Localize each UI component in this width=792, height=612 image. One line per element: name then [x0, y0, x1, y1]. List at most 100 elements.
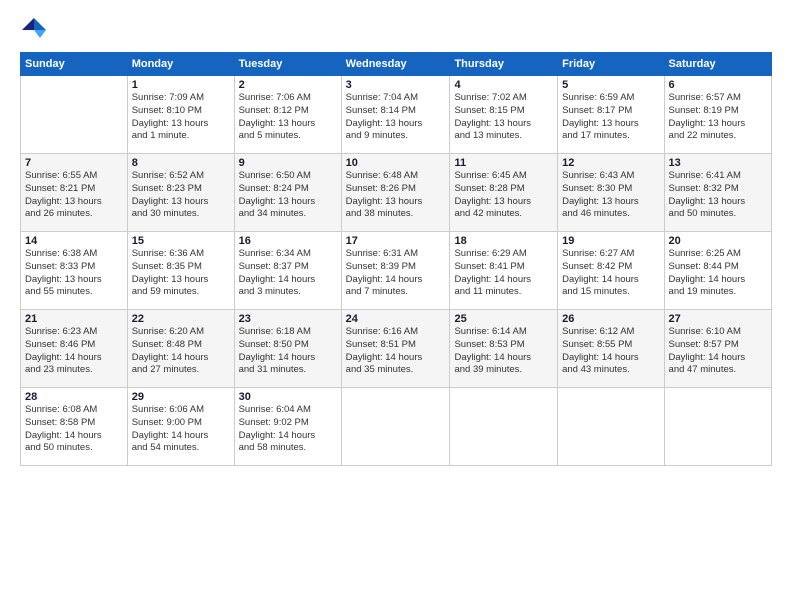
calendar-cell	[21, 76, 128, 154]
day-info: Sunrise: 6:55 AM Sunset: 8:21 PM Dayligh…	[25, 170, 123, 221]
day-info: Sunrise: 7:04 AM Sunset: 8:14 PM Dayligh…	[346, 92, 446, 143]
day-info: Sunrise: 6:23 AM Sunset: 8:46 PM Dayligh…	[25, 326, 123, 377]
day-number: 18	[454, 235, 553, 247]
day-number: 12	[562, 157, 659, 169]
calendar-cell: 9Sunrise: 6:50 AM Sunset: 8:24 PM Daylig…	[234, 154, 341, 232]
day-info: Sunrise: 6:29 AM Sunset: 8:41 PM Dayligh…	[454, 248, 553, 299]
calendar-cell: 5Sunrise: 6:59 AM Sunset: 8:17 PM Daylig…	[558, 76, 664, 154]
day-number: 1	[132, 79, 230, 91]
day-info: Sunrise: 6:43 AM Sunset: 8:30 PM Dayligh…	[562, 170, 659, 221]
calendar-cell: 19Sunrise: 6:27 AM Sunset: 8:42 PM Dayli…	[558, 232, 664, 310]
weekday-header-friday: Friday	[558, 53, 664, 76]
weekday-header-row: SundayMondayTuesdayWednesdayThursdayFrid…	[21, 53, 772, 76]
day-number: 28	[25, 391, 123, 403]
calendar-cell: 25Sunrise: 6:14 AM Sunset: 8:53 PM Dayli…	[450, 310, 558, 388]
day-number: 25	[454, 313, 553, 325]
page: SundayMondayTuesdayWednesdayThursdayFrid…	[0, 0, 792, 612]
day-info: Sunrise: 7:06 AM Sunset: 8:12 PM Dayligh…	[239, 92, 337, 143]
day-number: 14	[25, 235, 123, 247]
calendar-cell: 29Sunrise: 6:06 AM Sunset: 9:00 PM Dayli…	[127, 388, 234, 466]
day-number: 5	[562, 79, 659, 91]
day-info: Sunrise: 6:06 AM Sunset: 9:00 PM Dayligh…	[132, 404, 230, 455]
day-number: 27	[669, 313, 767, 325]
calendar-cell: 10Sunrise: 6:48 AM Sunset: 8:26 PM Dayli…	[341, 154, 450, 232]
day-number: 21	[25, 313, 123, 325]
day-number: 24	[346, 313, 446, 325]
calendar-cell: 12Sunrise: 6:43 AM Sunset: 8:30 PM Dayli…	[558, 154, 664, 232]
day-info: Sunrise: 6:36 AM Sunset: 8:35 PM Dayligh…	[132, 248, 230, 299]
calendar-cell: 17Sunrise: 6:31 AM Sunset: 8:39 PM Dayli…	[341, 232, 450, 310]
day-info: Sunrise: 7:02 AM Sunset: 8:15 PM Dayligh…	[454, 92, 553, 143]
day-info: Sunrise: 6:10 AM Sunset: 8:57 PM Dayligh…	[669, 326, 767, 377]
day-info: Sunrise: 6:04 AM Sunset: 9:02 PM Dayligh…	[239, 404, 337, 455]
day-number: 9	[239, 157, 337, 169]
day-info: Sunrise: 6:41 AM Sunset: 8:32 PM Dayligh…	[669, 170, 767, 221]
day-info: Sunrise: 6:08 AM Sunset: 8:58 PM Dayligh…	[25, 404, 123, 455]
calendar-cell: 1Sunrise: 7:09 AM Sunset: 8:10 PM Daylig…	[127, 76, 234, 154]
calendar-cell: 21Sunrise: 6:23 AM Sunset: 8:46 PM Dayli…	[21, 310, 128, 388]
week-row-2: 7Sunrise: 6:55 AM Sunset: 8:21 PM Daylig…	[21, 154, 772, 232]
weekday-header-wednesday: Wednesday	[341, 53, 450, 76]
calendar: SundayMondayTuesdayWednesdayThursdayFrid…	[20, 52, 772, 466]
day-number: 22	[132, 313, 230, 325]
week-row-1: 1Sunrise: 7:09 AM Sunset: 8:10 PM Daylig…	[21, 76, 772, 154]
calendar-cell: 23Sunrise: 6:18 AM Sunset: 8:50 PM Dayli…	[234, 310, 341, 388]
day-info: Sunrise: 6:16 AM Sunset: 8:51 PM Dayligh…	[346, 326, 446, 377]
logo-icon	[20, 16, 48, 44]
calendar-cell: 7Sunrise: 6:55 AM Sunset: 8:21 PM Daylig…	[21, 154, 128, 232]
weekday-header-sunday: Sunday	[21, 53, 128, 76]
calendar-cell: 20Sunrise: 6:25 AM Sunset: 8:44 PM Dayli…	[664, 232, 771, 310]
calendar-cell: 4Sunrise: 7:02 AM Sunset: 8:15 PM Daylig…	[450, 76, 558, 154]
day-info: Sunrise: 6:34 AM Sunset: 8:37 PM Dayligh…	[239, 248, 337, 299]
day-number: 7	[25, 157, 123, 169]
day-info: Sunrise: 6:57 AM Sunset: 8:19 PM Dayligh…	[669, 92, 767, 143]
weekday-header-thursday: Thursday	[450, 53, 558, 76]
day-number: 2	[239, 79, 337, 91]
calendar-cell	[450, 388, 558, 466]
day-number: 16	[239, 235, 337, 247]
week-row-4: 21Sunrise: 6:23 AM Sunset: 8:46 PM Dayli…	[21, 310, 772, 388]
day-number: 13	[669, 157, 767, 169]
day-info: Sunrise: 6:27 AM Sunset: 8:42 PM Dayligh…	[562, 248, 659, 299]
calendar-cell: 13Sunrise: 6:41 AM Sunset: 8:32 PM Dayli…	[664, 154, 771, 232]
day-number: 11	[454, 157, 553, 169]
day-number: 20	[669, 235, 767, 247]
calendar-cell: 26Sunrise: 6:12 AM Sunset: 8:55 PM Dayli…	[558, 310, 664, 388]
day-info: Sunrise: 6:25 AM Sunset: 8:44 PM Dayligh…	[669, 248, 767, 299]
day-number: 30	[239, 391, 337, 403]
day-number: 15	[132, 235, 230, 247]
day-number: 8	[132, 157, 230, 169]
calendar-cell	[341, 388, 450, 466]
day-info: Sunrise: 6:50 AM Sunset: 8:24 PM Dayligh…	[239, 170, 337, 221]
calendar-cell: 24Sunrise: 6:16 AM Sunset: 8:51 PM Dayli…	[341, 310, 450, 388]
calendar-cell: 14Sunrise: 6:38 AM Sunset: 8:33 PM Dayli…	[21, 232, 128, 310]
day-number: 19	[562, 235, 659, 247]
day-number: 4	[454, 79, 553, 91]
day-info: Sunrise: 6:31 AM Sunset: 8:39 PM Dayligh…	[346, 248, 446, 299]
day-number: 29	[132, 391, 230, 403]
calendar-cell: 27Sunrise: 6:10 AM Sunset: 8:57 PM Dayli…	[664, 310, 771, 388]
calendar-cell: 11Sunrise: 6:45 AM Sunset: 8:28 PM Dayli…	[450, 154, 558, 232]
header	[20, 16, 772, 44]
day-info: Sunrise: 6:52 AM Sunset: 8:23 PM Dayligh…	[132, 170, 230, 221]
day-info: Sunrise: 6:59 AM Sunset: 8:17 PM Dayligh…	[562, 92, 659, 143]
weekday-header-saturday: Saturday	[664, 53, 771, 76]
day-info: Sunrise: 6:14 AM Sunset: 8:53 PM Dayligh…	[454, 326, 553, 377]
day-info: Sunrise: 6:45 AM Sunset: 8:28 PM Dayligh…	[454, 170, 553, 221]
calendar-cell: 28Sunrise: 6:08 AM Sunset: 8:58 PM Dayli…	[21, 388, 128, 466]
week-row-5: 28Sunrise: 6:08 AM Sunset: 8:58 PM Dayli…	[21, 388, 772, 466]
calendar-cell: 15Sunrise: 6:36 AM Sunset: 8:35 PM Dayli…	[127, 232, 234, 310]
day-number: 26	[562, 313, 659, 325]
day-info: Sunrise: 6:38 AM Sunset: 8:33 PM Dayligh…	[25, 248, 123, 299]
calendar-cell: 8Sunrise: 6:52 AM Sunset: 8:23 PM Daylig…	[127, 154, 234, 232]
weekday-header-tuesday: Tuesday	[234, 53, 341, 76]
calendar-cell: 18Sunrise: 6:29 AM Sunset: 8:41 PM Dayli…	[450, 232, 558, 310]
calendar-cell: 2Sunrise: 7:06 AM Sunset: 8:12 PM Daylig…	[234, 76, 341, 154]
day-info: Sunrise: 6:18 AM Sunset: 8:50 PM Dayligh…	[239, 326, 337, 377]
day-info: Sunrise: 7:09 AM Sunset: 8:10 PM Dayligh…	[132, 92, 230, 143]
day-number: 17	[346, 235, 446, 247]
day-number: 3	[346, 79, 446, 91]
calendar-cell	[664, 388, 771, 466]
day-info: Sunrise: 6:48 AM Sunset: 8:26 PM Dayligh…	[346, 170, 446, 221]
calendar-cell	[558, 388, 664, 466]
